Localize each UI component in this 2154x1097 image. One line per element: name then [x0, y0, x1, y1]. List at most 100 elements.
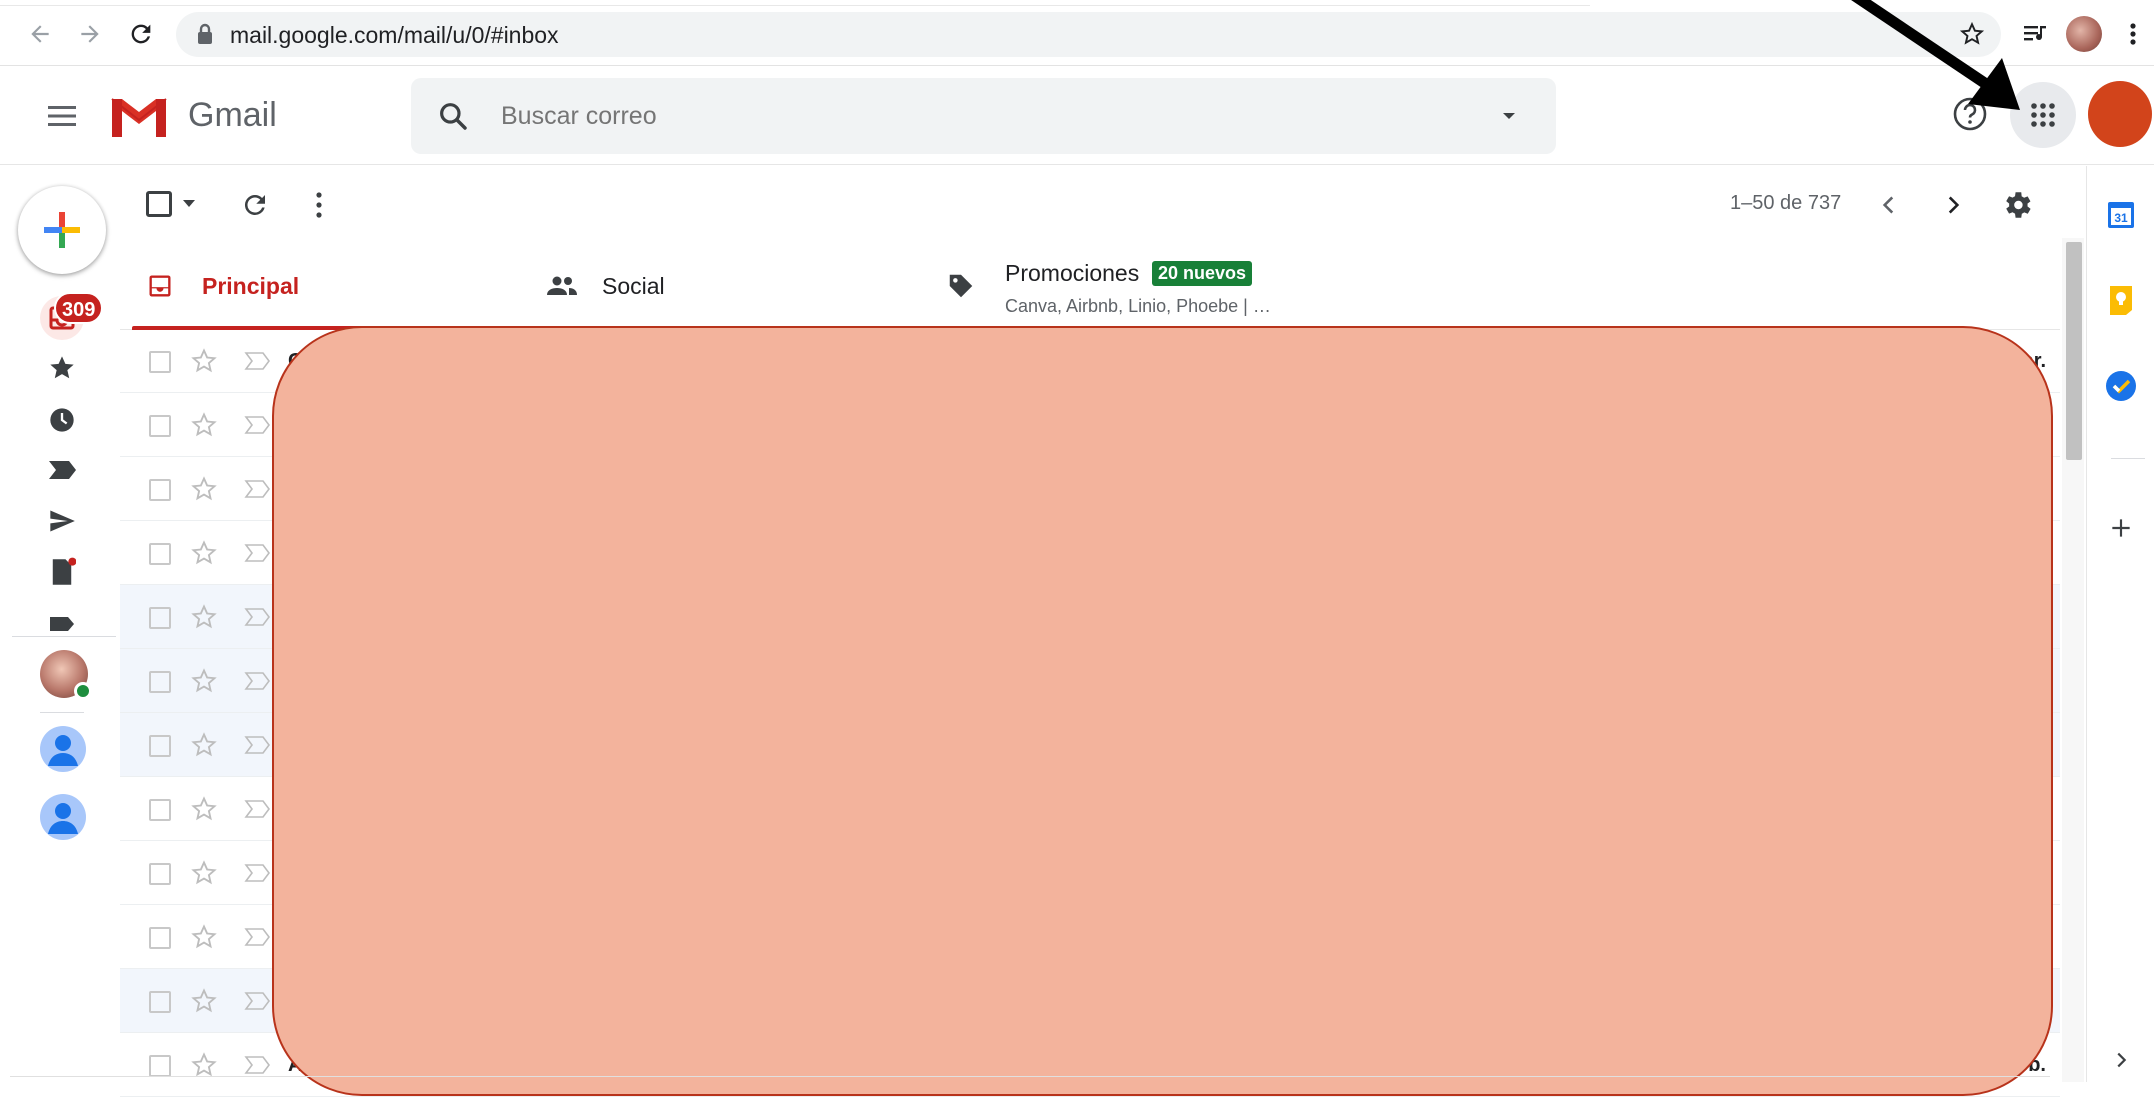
search-options-dropdown-icon[interactable] [1497, 104, 1521, 128]
row-checkbox[interactable] [149, 543, 171, 565]
people-icon [547, 276, 577, 295]
scrollbar-thumb[interactable] [2066, 242, 2082, 460]
select-dropdown-icon[interactable] [182, 199, 196, 209]
select-all-checkbox[interactable] [146, 191, 172, 217]
search-input[interactable] [501, 102, 1401, 131]
profile-photo [2066, 16, 2102, 52]
row-checkbox[interactable] [149, 479, 171, 501]
calendar-button[interactable]: 31 [2103, 196, 2139, 232]
star-outline-icon[interactable] [190, 475, 218, 503]
chrome-menu-button[interactable] [2118, 14, 2148, 54]
star-outline-icon[interactable] [190, 859, 218, 887]
important-marker-icon[interactable] [244, 735, 272, 755]
important-marker-icon[interactable] [244, 479, 272, 499]
rail-drafts[interactable] [44, 554, 80, 590]
tasks-button[interactable] [2103, 368, 2139, 404]
star-outline-icon[interactable] [190, 667, 218, 695]
refresh-icon[interactable] [240, 190, 270, 220]
account-avatar[interactable] [2088, 81, 2152, 147]
tab-principal[interactable]: Principal [120, 240, 512, 330]
row-checkbox[interactable] [149, 671, 171, 693]
important-icon [49, 461, 76, 479]
rail-divider [40, 712, 84, 713]
keep-button[interactable] [2103, 282, 2139, 318]
compose-button[interactable] [18, 186, 106, 274]
rail-divider [12, 636, 116, 637]
star-outline-icon[interactable] [190, 731, 218, 759]
star-outline-icon[interactable] [190, 923, 218, 951]
row-checkbox[interactable] [149, 415, 171, 437]
important-marker-icon[interactable] [244, 607, 272, 627]
row-checkbox[interactable] [149, 735, 171, 757]
rail-important[interactable] [44, 452, 80, 488]
get-addons-button[interactable] [2103, 510, 2139, 546]
app-name: Gmail [188, 96, 277, 134]
gmail-logo-icon [111, 98, 167, 137]
label-icon [50, 617, 74, 631]
search-bar[interactable] [411, 78, 1556, 154]
row-checkbox[interactable] [149, 1055, 171, 1077]
important-marker-icon[interactable] [244, 863, 272, 883]
star-outline-icon[interactable] [190, 539, 218, 567]
row-checkbox[interactable] [149, 607, 171, 629]
expand-panel-button[interactable] [2103, 1042, 2139, 1078]
star-outline-icon[interactable] [190, 347, 218, 375]
rail-snoozed[interactable] [44, 402, 80, 438]
list-toolbar: 1–50 de 737 [120, 176, 2060, 236]
row-checkbox[interactable] [149, 863, 171, 885]
new-count-badge: 20 nuevos [1152, 261, 1253, 286]
rail-sent[interactable] [44, 503, 80, 539]
reload-icon [131, 24, 151, 44]
settings-gear-icon[interactable] [2000, 188, 2034, 222]
row-checkbox[interactable] [149, 351, 171, 373]
star-outline-icon[interactable] [190, 603, 218, 631]
calendar-day: 31 [2114, 211, 2128, 225]
rail-starred[interactable] [44, 350, 80, 386]
chevron-right-icon [2117, 1052, 2127, 1068]
send-icon [50, 510, 75, 532]
star-icon [50, 356, 74, 379]
chevron-left-icon[interactable] [1876, 192, 1902, 218]
more-vert-icon[interactable] [314, 190, 324, 220]
keep-lightbulb-icon [2110, 286, 2132, 315]
star-outline-icon[interactable] [190, 411, 218, 439]
chevron-right-icon[interactable] [1940, 192, 1966, 218]
calendar-icon: 31 [2108, 202, 2134, 228]
arrow-left-icon [31, 25, 49, 43]
tab-social[interactable] [520, 240, 920, 330]
important-marker-icon[interactable] [244, 927, 272, 947]
row-checkbox[interactable] [149, 927, 171, 949]
tab-label: Social [602, 273, 665, 299]
important-marker-icon[interactable] [244, 671, 272, 691]
forward-button[interactable] [70, 14, 110, 54]
row-checkbox[interactable] [149, 991, 171, 1013]
more-vert-icon [2130, 23, 2136, 45]
star-outline-icon[interactable] [190, 795, 218, 823]
star-outline-icon[interactable] [190, 987, 218, 1015]
important-marker-icon[interactable] [244, 543, 272, 563]
contact-avatar[interactable] [40, 726, 86, 772]
pagination-range: 1–50 de 737 [1730, 192, 1842, 214]
contact-avatar[interactable] [40, 794, 86, 840]
reload-button[interactable] [121, 14, 161, 54]
inbox-tabs: Principal Social Promociones 20 nuevos C… [120, 240, 2060, 330]
important-marker-icon[interactable] [244, 1055, 272, 1075]
tab-label: Principal [202, 273, 300, 299]
important-marker-icon[interactable] [244, 991, 272, 1011]
important-marker-icon[interactable] [244, 351, 272, 371]
redaction-overlay [272, 326, 2053, 1096]
address-bar[interactable]: mail.google.com/mail/u/0/#inbox [176, 12, 2001, 57]
main-menu-button[interactable] [40, 94, 84, 138]
arrow-right-icon [81, 25, 99, 43]
search-icon[interactable] [437, 100, 469, 132]
lock-icon [198, 23, 212, 44]
tab-senders-snippet: Canva, Airbnb, Linio, Phoebe | … [1005, 296, 1271, 316]
important-marker-icon[interactable] [244, 799, 272, 819]
important-marker-icon[interactable] [244, 415, 272, 435]
hamburger-icon [48, 106, 76, 126]
back-button[interactable] [20, 14, 60, 54]
row-checkbox[interactable] [149, 799, 171, 821]
tasks-check-icon [2106, 371, 2136, 401]
chrome-profile-avatar[interactable] [2064, 14, 2104, 54]
star-outline-icon[interactable] [190, 1051, 218, 1079]
